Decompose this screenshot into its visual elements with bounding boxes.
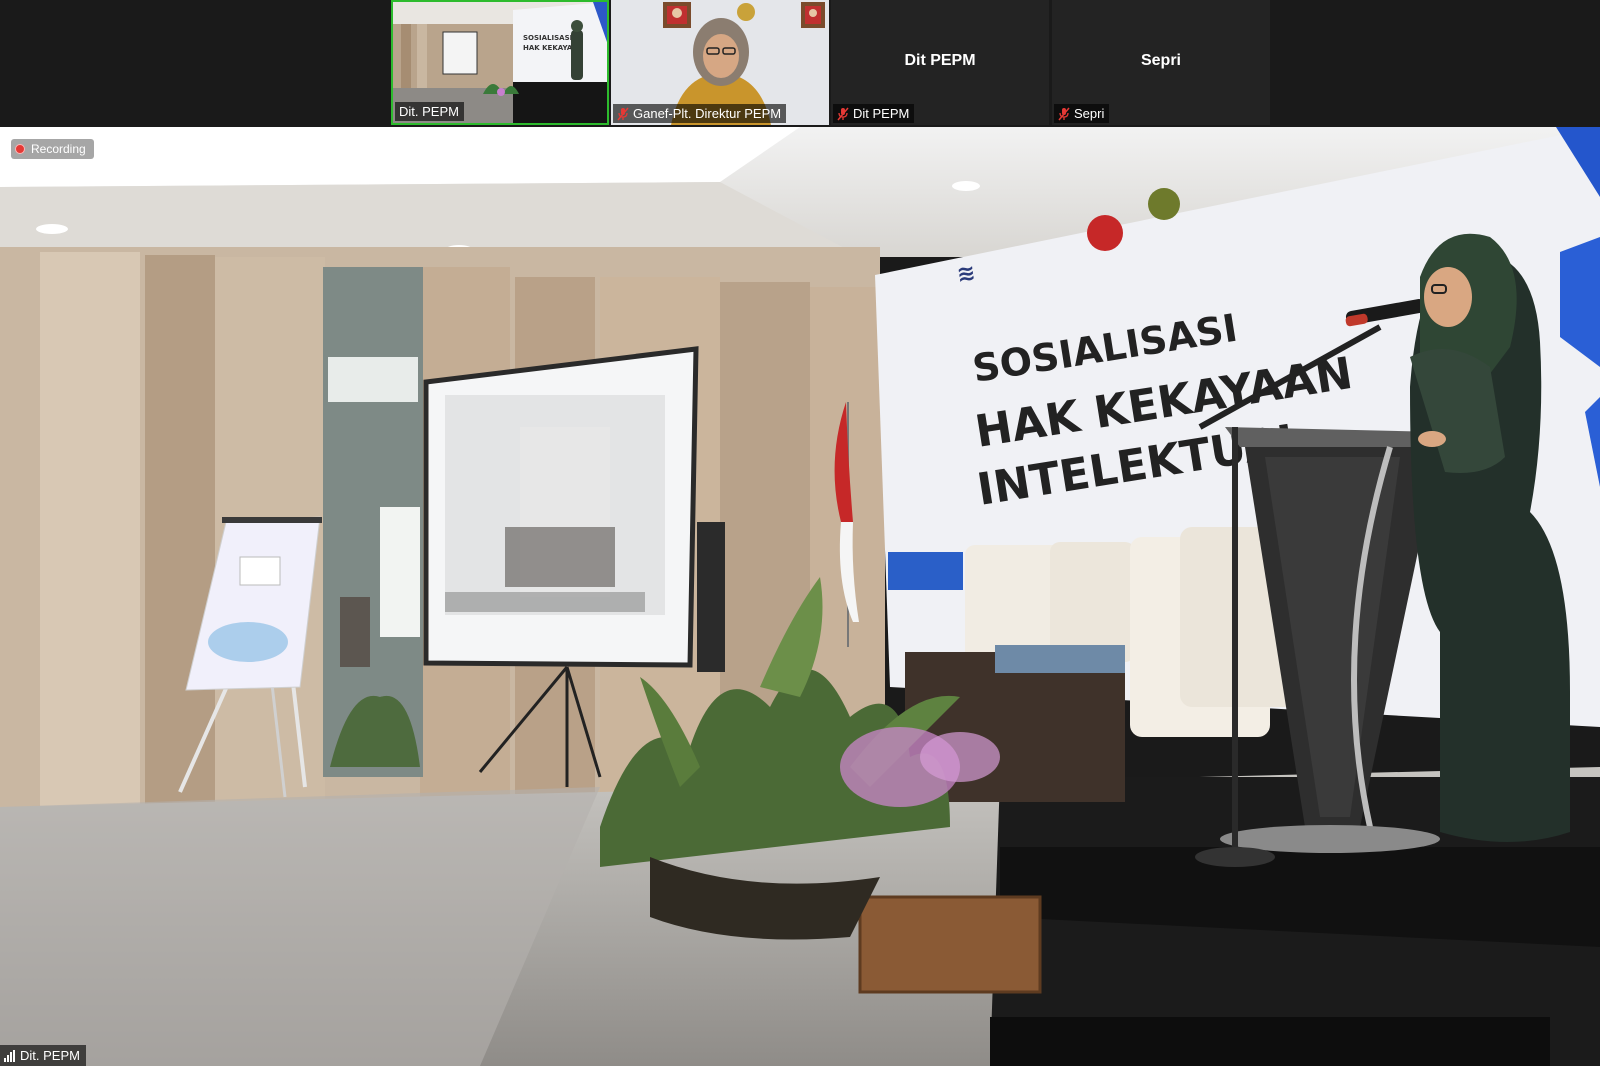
mic-muted-icon xyxy=(1058,107,1070,121)
mic-muted-icon xyxy=(837,107,849,121)
participant-display-name: Sepri xyxy=(1140,52,1181,69)
participant-display-name: Dit PEPM xyxy=(904,52,976,69)
main-speaker-video[interactable]: ≋ SOSIALISASI HAK KEKAYAAN INTELEKTUAL R… xyxy=(0,127,1600,1066)
participant-tile-ganef[interactable]: Ganef-Plt. Direktur PEPM xyxy=(611,0,829,125)
participant-tile-dit-pepm-audio[interactable]: Dit PEPM Dit PEPM xyxy=(831,0,1049,125)
participant-name-label: Dit. PEPM xyxy=(395,102,464,121)
participant-tile-sepri[interactable]: Sepri Sepri xyxy=(1052,0,1270,125)
zoom-meeting-window: SOSIALISASI HAK KEKAYAAN Dit. PEPM Ganef… xyxy=(0,0,1600,1066)
participant-name-label: Dit PEPM xyxy=(833,104,915,123)
recording-dot-icon xyxy=(15,144,25,154)
recording-indicator: Recording xyxy=(11,139,94,159)
participant-tile-dit-pepm-video[interactable]: SOSIALISASI HAK KEKAYAAN Dit. PEPM xyxy=(391,0,609,125)
participant-name-label: Ganef-Plt. Direktur PEPM xyxy=(613,104,787,123)
svg-text:SOSIALISASI: SOSIALISASI xyxy=(523,34,572,42)
participant-name-label: Sepri xyxy=(1054,104,1110,123)
conference-room-scene: ≋ SOSIALISASI HAK KEKAYAAN INTELEKTUAL xyxy=(0,127,1600,1066)
active-speaker-name-label: Dit. PEPM xyxy=(0,1045,86,1066)
mic-muted-icon xyxy=(617,107,629,121)
svg-text:≋: ≋ xyxy=(955,261,977,288)
signal-strength-icon xyxy=(4,1049,15,1062)
gallery-strip: SOSIALISASI HAK KEKAYAAN Dit. PEPM Ganef… xyxy=(0,0,1600,127)
